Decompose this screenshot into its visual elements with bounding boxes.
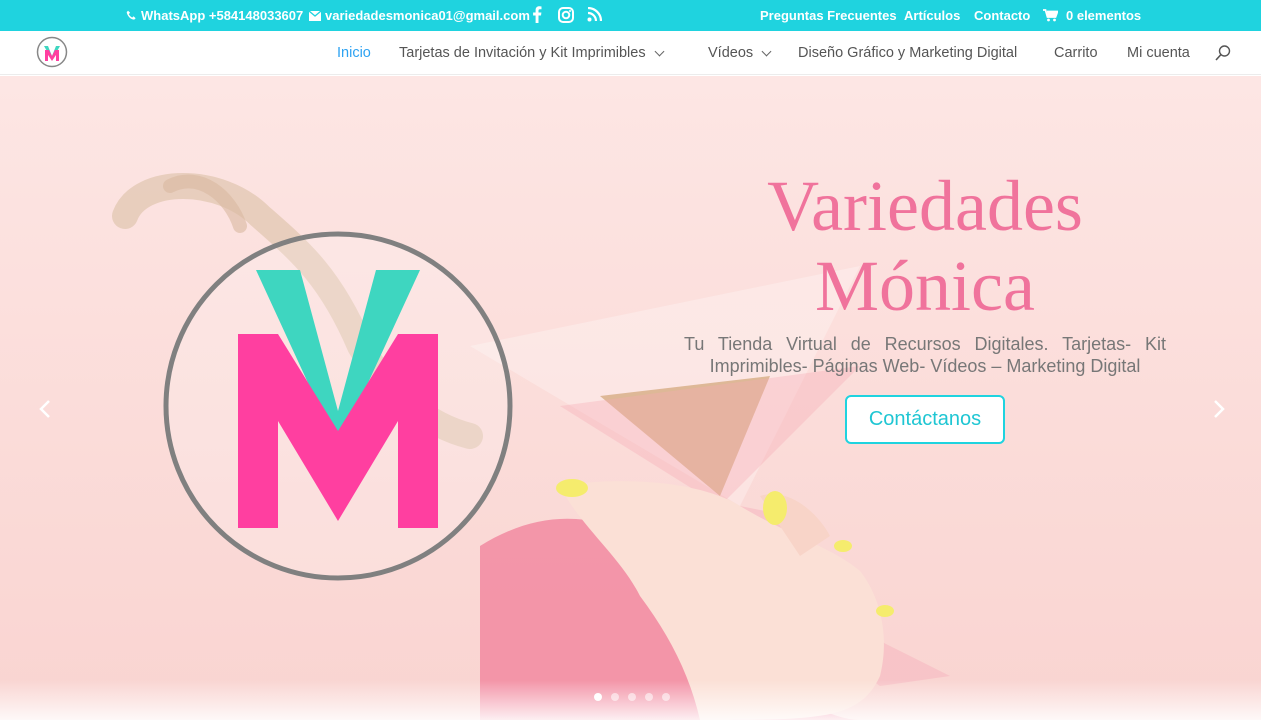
hero-title: Variedades Mónica: [700, 166, 1150, 326]
instagram-icon: [558, 7, 574, 23]
cart-icon: [1043, 9, 1058, 22]
phone-text: WhatsApp +584148033607: [141, 8, 304, 23]
top-bar: WhatsApp +584148033607 variedadesmonica0…: [0, 0, 1261, 31]
instagram-link[interactable]: [558, 7, 574, 23]
slider-dot[interactable]: [594, 693, 602, 701]
slider-dot[interactable]: [645, 693, 653, 701]
facebook-link[interactable]: [532, 6, 542, 23]
rss-link[interactable]: [587, 7, 602, 22]
slider-dots: [594, 693, 670, 701]
nav-inicio[interactable]: Inicio: [337, 45, 371, 61]
faq-link[interactable]: Preguntas Frecuentes: [760, 8, 897, 23]
chevron-down-icon: [654, 46, 665, 56]
facebook-icon: [533, 6, 542, 23]
main-header: Inicio Tarjetas de Invitación y Kit Impr…: [0, 31, 1261, 75]
email-text: variedadesmonica01@gmail.com: [325, 8, 530, 23]
search-icon[interactable]: [1214, 44, 1232, 62]
hero-subtitle: Tu Tienda Virtual de Recursos Digitales.…: [684, 334, 1166, 376]
nav-diseno[interactable]: Diseño Gráfico y Marketing Digital: [798, 45, 1017, 61]
contact-button[interactable]: Contáctanos: [845, 395, 1005, 444]
nav-videos-label: Vídeos: [708, 45, 754, 61]
nav-inicio-label: Inicio: [337, 45, 371, 61]
site-logo[interactable]: [36, 36, 68, 68]
nav-mi-cuenta-label: Mi cuenta: [1127, 45, 1190, 61]
cart-count: 0 elementos: [1066, 8, 1142, 23]
nav-mi-cuenta[interactable]: Mi cuenta: [1127, 45, 1190, 61]
phone-link[interactable]: WhatsApp +584148033607: [126, 8, 303, 23]
chevron-down-icon: [761, 46, 772, 56]
email-link[interactable]: variedadesmonica01@gmail.com: [309, 8, 530, 23]
chevron-left-icon[interactable]: [36, 399, 56, 419]
nav-videos[interactable]: Vídeos: [708, 45, 772, 61]
envelope-icon: [309, 10, 321, 21]
slider-dot[interactable]: [611, 693, 619, 701]
nav-carrito[interactable]: Carrito: [1054, 45, 1098, 61]
rss-icon: [587, 7, 602, 22]
faq-label: Preguntas Frecuentes: [760, 8, 897, 23]
chevron-right-icon[interactable]: [1208, 399, 1228, 419]
phone-icon: [126, 10, 136, 20]
nav-diseno-label: Diseño Gráfico y Marketing Digital: [798, 45, 1018, 61]
nav-tarjetas-label: Tarjetas de Invitación y Kit Imprimibles: [399, 45, 646, 61]
articles-link[interactable]: Artículos: [904, 8, 960, 23]
articles-label: Artículos: [904, 8, 961, 23]
hero-title-line2: Mónica: [815, 246, 1035, 326]
nav-carrito-label: Carrito: [1054, 45, 1098, 61]
cart-link[interactable]: 0 elementos: [1043, 8, 1141, 23]
nav-tarjetas[interactable]: Tarjetas de Invitación y Kit Imprimibles: [399, 45, 665, 61]
slider-dot[interactable]: [662, 693, 670, 701]
hero-title-line1: Variedades: [767, 166, 1083, 246]
hero-slider: Variedades Mónica Tu Tienda Virtual de R…: [0, 76, 1261, 720]
slider-dot[interactable]: [628, 693, 636, 701]
contact-label: Contacto: [974, 8, 1031, 23]
contact-link[interactable]: Contacto: [974, 8, 1030, 23]
